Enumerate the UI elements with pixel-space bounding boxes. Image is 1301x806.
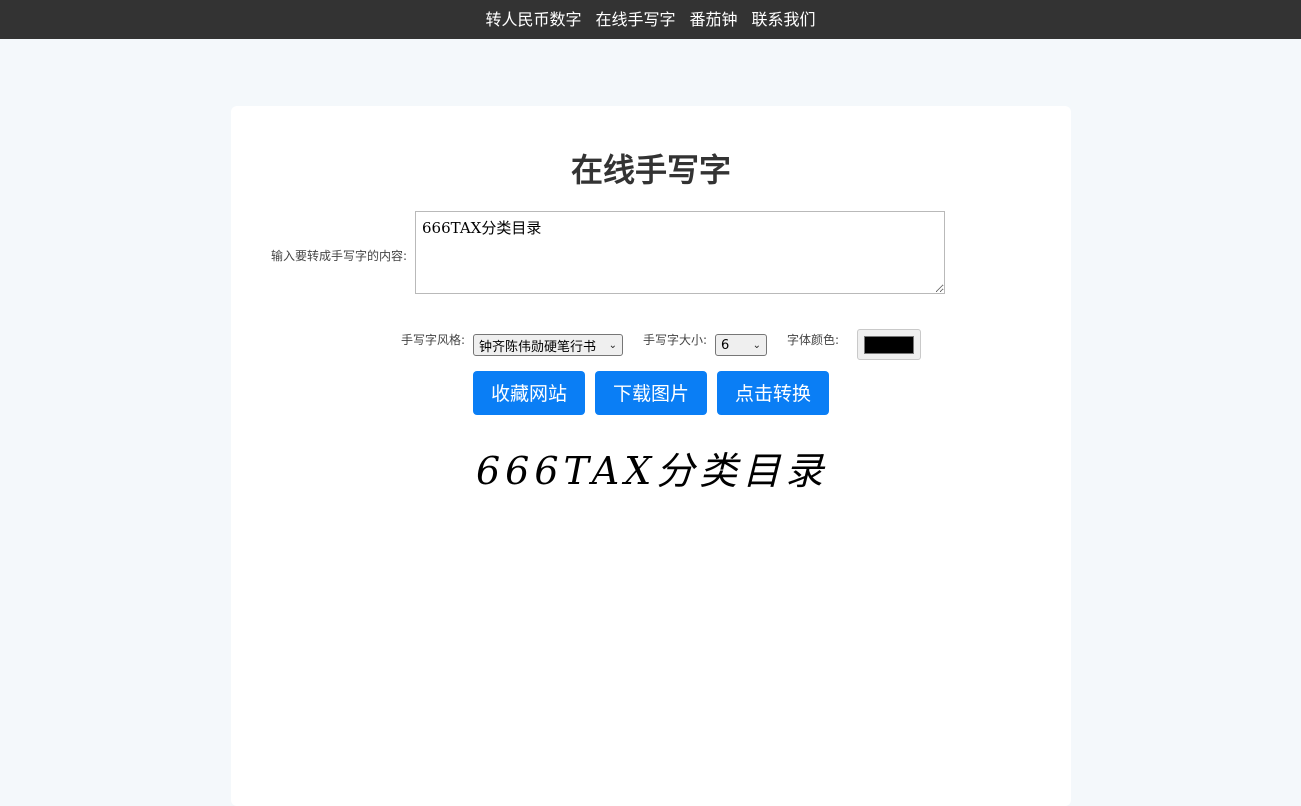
content-input[interactable]: 666TAX分类目录 <box>415 211 945 294</box>
handwriting-preview: 666TAX分类目录 <box>476 449 829 493</box>
download-image-button[interactable]: 下载图片 <box>595 371 707 415</box>
color-swatch <box>864 335 914 354</box>
size-select[interactable]: 6 ⌄ <box>715 334 767 356</box>
content-input-label: 输入要转成手写字的内容: <box>271 249 408 263</box>
chevron-down-icon: ⌄ <box>752 339 761 351</box>
size-select-value: 6 <box>721 337 730 353</box>
style-select[interactable]: 钟齐陈伟勋硬笔行书 ⌄ <box>473 334 623 356</box>
nav-item-rmb-converter[interactable]: 转人民币数字 <box>485 0 581 39</box>
style-label: 手写字风格: <box>401 333 466 347</box>
top-nav: 转人民币数字 在线手写字 番茄钟 联系我们 <box>0 0 1301 39</box>
color-label: 字体颜色: <box>787 333 840 347</box>
color-picker[interactable] <box>857 329 921 360</box>
nav-item-contact[interactable]: 联系我们 <box>752 0 816 39</box>
main-card: 在线手写字 输入要转成手写字的内容: 666TAX分类目录 手写字风格: 钟齐陈… <box>231 106 1071 806</box>
page-title: 在线手写字 <box>570 151 731 189</box>
convert-button[interactable]: 点击转换 <box>717 371 829 415</box>
style-select-value: 钟齐陈伟勋硬笔行书 <box>479 339 597 355</box>
bookmark-button[interactable]: 收藏网站 <box>473 371 585 415</box>
nav-item-pomodoro[interactable]: 番茄钟 <box>690 0 738 39</box>
nav-item-handwriting[interactable]: 在线手写字 <box>595 0 675 39</box>
chevron-down-icon: ⌄ <box>608 339 617 351</box>
size-label: 手写字大小: <box>643 333 708 347</box>
